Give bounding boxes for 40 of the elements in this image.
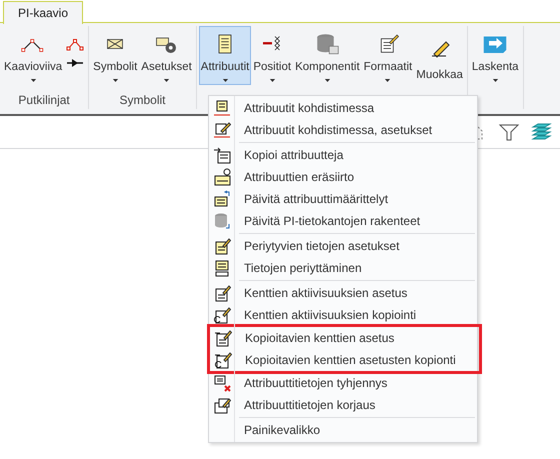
menu-item[interactable]: Kopioi attribuutteja (209, 144, 477, 166)
menu-item[interactable]: Periytyvien tietojen asetukset (209, 235, 477, 257)
menu-item[interactable]: Attribuuttien eräsiirto (209, 166, 477, 188)
menu-item[interactable]: Kenttien aktiivisuuksien asetus (209, 282, 477, 304)
ribbon-button[interactable]: Laskenta (470, 26, 521, 85)
command-icon (214, 351, 232, 369)
menu-item[interactable]: Päivitä attribuuttimäärittelyt (209, 188, 477, 210)
group-label: Putkilinjat (17, 92, 71, 109)
menu-item[interactable]: Painikevalikko (209, 419, 477, 441)
command-icon (213, 396, 231, 414)
command-icon (213, 121, 231, 139)
menu-item[interactable]: Attribuuttitietojen tyhjennys (209, 372, 477, 394)
menu-item[interactable]: Kenttien aktiivisuuksien kopiointi (209, 304, 477, 326)
menu-item[interactable]: Attribuutit kohdistimessa (209, 97, 477, 119)
menu-item[interactable]: Attribuutit kohdistimessa, asetukset (209, 119, 477, 141)
command-icon (213, 284, 231, 302)
ribbon-button[interactable]: Formaatit (362, 26, 414, 85)
ribbon-button[interactable]: Kaavioviiva (2, 26, 64, 85)
command-icon (213, 146, 231, 164)
menu-item[interactable]: Attribuuttitietojen korjaus (209, 394, 477, 416)
ribbon-button[interactable]: Positiot (251, 26, 294, 85)
command-icon (213, 306, 231, 324)
menu-item[interactable]: Päivitä PI-tietokantojen rakenteet (209, 210, 477, 232)
ribbon-tab[interactable]: PI-kaavio (3, 1, 84, 24)
command-icon (214, 329, 232, 347)
ribbon-button[interactable]: Attribuutit (198, 26, 252, 85)
command-icon (213, 99, 231, 117)
command-icon (213, 259, 231, 277)
ribbon-button[interactable]: Symbolit (91, 26, 140, 85)
command-icon (213, 212, 231, 230)
command-icon (213, 168, 231, 186)
command-icon (213, 237, 231, 255)
command-icon (213, 190, 231, 208)
menu-item[interactable]: Kopioitavien kenttien asetus (212, 327, 479, 349)
menu-item[interactable]: Tietojen periyttäminen (209, 257, 477, 279)
ribbon-button[interactable]: Asetukset (139, 26, 194, 85)
ribbon-button[interactable]: Komponentit (293, 26, 362, 85)
group-label: Symbolit (118, 92, 166, 109)
ribbon-button[interactable]: Muokkaa (414, 26, 465, 85)
menu-item[interactable]: Kopioitavien kenttien asetusten kopionti (212, 349, 479, 371)
